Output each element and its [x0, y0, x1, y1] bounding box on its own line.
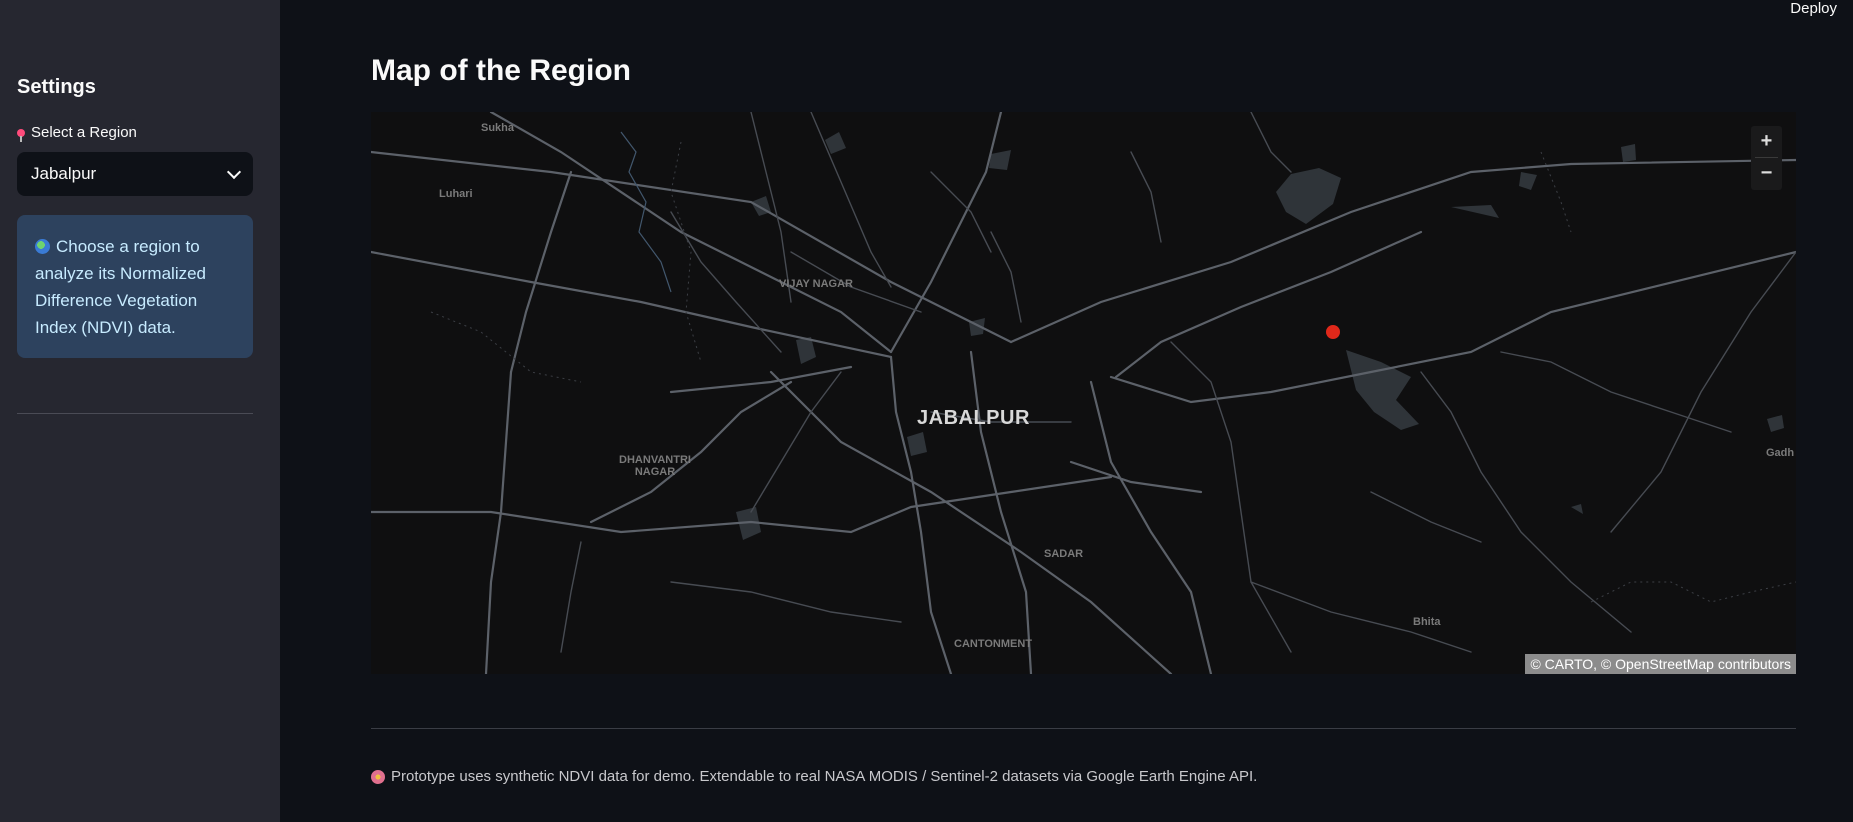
map-label-vijay-nagar: VIJAY NAGAR	[779, 278, 853, 290]
region-select[interactable]: Jabalpur	[17, 152, 253, 196]
main-divider	[371, 728, 1796, 729]
chevron-down-icon	[226, 164, 242, 180]
flower-icon	[371, 769, 385, 784]
map-label-cantonment: CANTONMENT	[954, 638, 1033, 650]
zoom-in-button[interactable]: +	[1751, 126, 1782, 157]
map-view[interactable]: Sukha Luhari VIJAY NAGAR DHANVANTRI NAGA…	[371, 112, 1796, 674]
map-label-gadh: Gadh	[1766, 447, 1795, 459]
footer-note: Prototype uses synthetic NDVI data for d…	[371, 768, 1257, 785]
zoom-out-button[interactable]: −	[1751, 158, 1782, 189]
map-base-layer	[371, 112, 1796, 674]
sidebar: Settings Select a Region Jabalpur Choose…	[0, 0, 280, 822]
map-label-luhari: Luhari	[439, 188, 473, 200]
sidebar-title: Settings	[17, 76, 96, 98]
info-box: Choose a region to analyze its Normalize…	[17, 215, 253, 358]
deploy-button[interactable]: Deploy	[1790, 0, 1837, 17]
map-attribution[interactable]: © CARTO, © OpenStreetMap contributors	[1525, 654, 1796, 674]
map-label-bhita: Bhita	[1413, 616, 1441, 628]
pin-icon	[17, 128, 25, 142]
map-label-sadar: SADAR	[1044, 548, 1084, 560]
map-marker[interactable]	[1326, 325, 1340, 339]
region-select-label: Select a Region	[17, 124, 137, 142]
page-title: Map of the Region	[371, 54, 631, 87]
map-label-sukha: Sukha	[481, 122, 515, 134]
info-text: Choose a region to analyze its Normalize…	[35, 237, 207, 337]
region-select-value: Jabalpur	[31, 164, 97, 183]
map-city-label: JABALPUR	[917, 407, 1030, 429]
globe-icon	[35, 239, 50, 254]
footer-text: Prototype uses synthetic NDVI data for d…	[391, 768, 1258, 785]
map-label-dhanvantri-nagar: DHANVANTRI NAGAR	[619, 454, 691, 478]
region-select-label-text: Select a Region	[31, 124, 137, 141]
sidebar-divider	[17, 413, 253, 414]
zoom-control: + −	[1751, 126, 1782, 190]
